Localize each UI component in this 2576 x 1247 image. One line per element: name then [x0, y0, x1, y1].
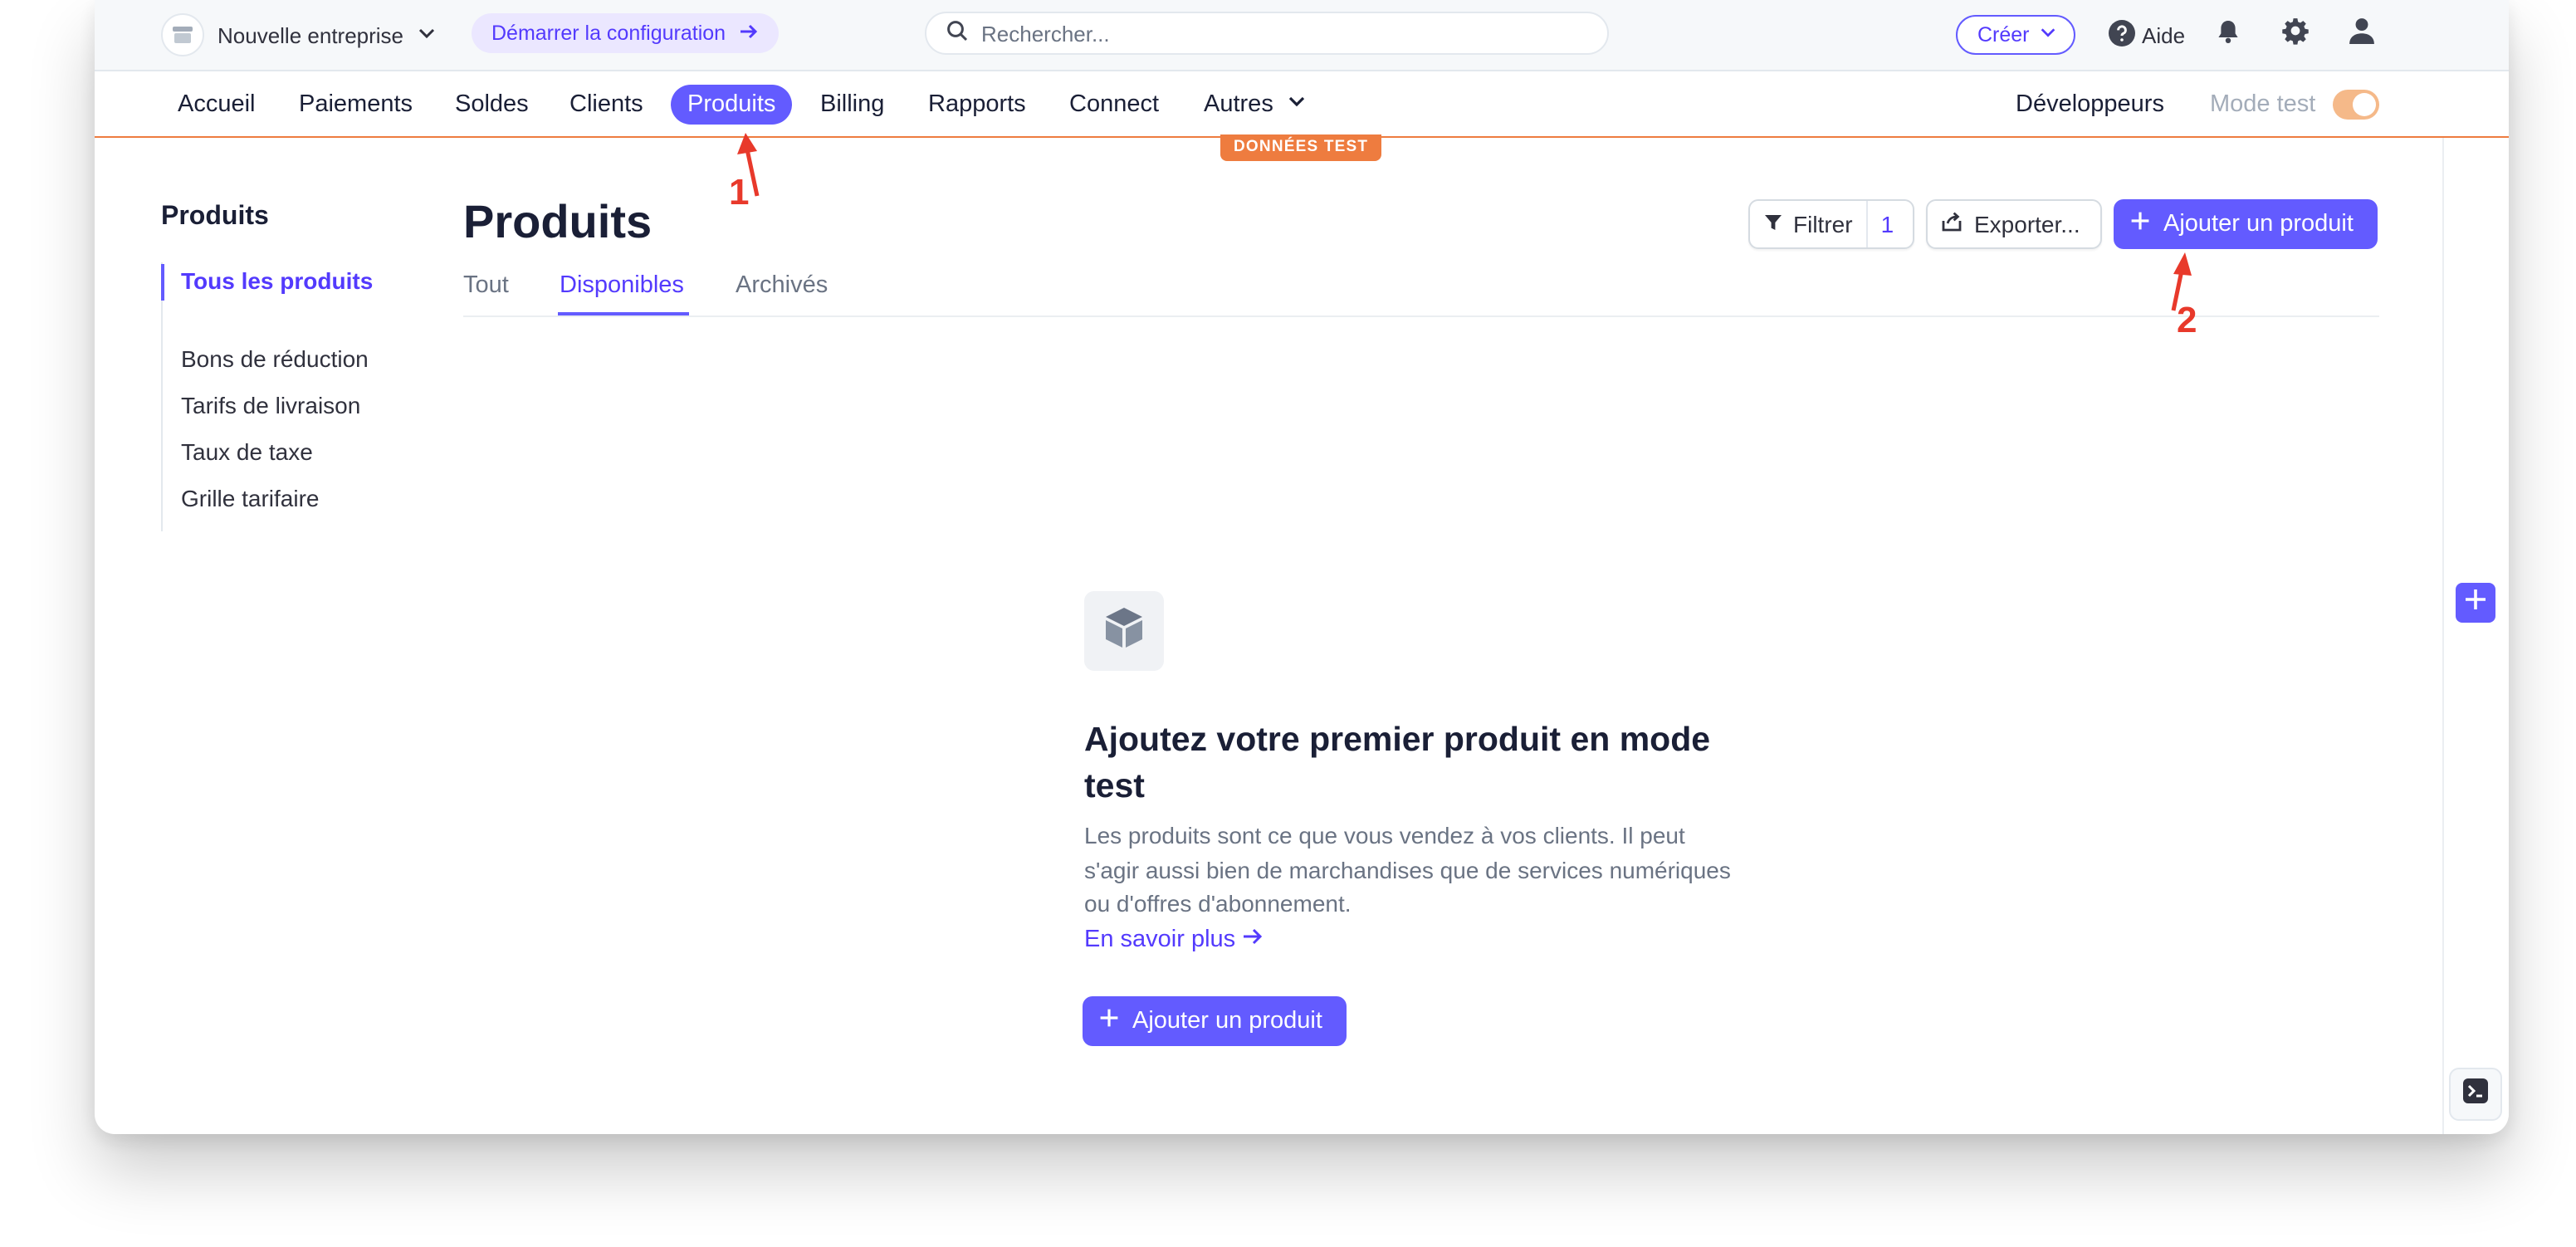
annotation-number-2: 2: [2177, 299, 2197, 340]
annotation-number-1: 1: [729, 171, 750, 213]
annotation-overlay: [737, 133, 2192, 311]
